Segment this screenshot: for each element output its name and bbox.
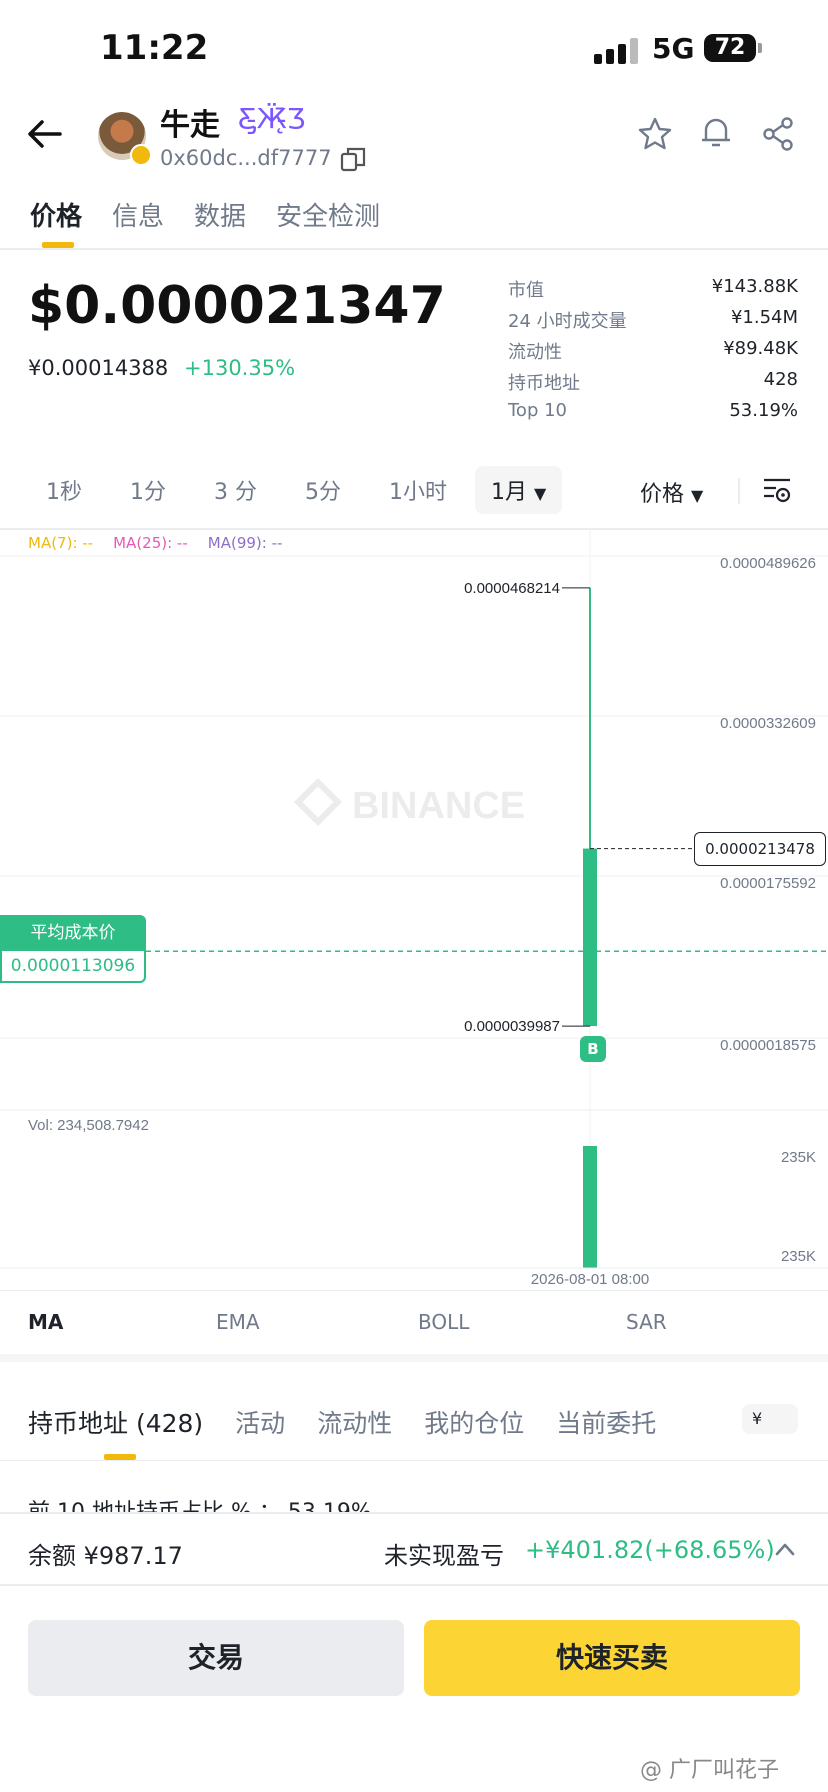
stat-value: 53.19%	[729, 400, 798, 421]
x-axis-label: 2026-08-01 08:00	[531, 1271, 649, 1288]
top10-share-text: 前 10 地址持币占比 % ： 53.19%	[28, 1494, 372, 1512]
indicator-ma[interactable]: MA	[28, 1310, 63, 1334]
interval-5m[interactable]: 5分	[305, 474, 341, 506]
indicator-sar[interactable]: SAR	[626, 1310, 667, 1334]
ma99-label: MA(99): --	[207, 534, 283, 552]
stat-key: Top 10	[508, 400, 568, 421]
token-name: 牛走	[160, 108, 220, 143]
chart-settings-icon[interactable]	[762, 476, 792, 504]
back-arrow-icon[interactable]	[26, 118, 62, 150]
ma7-label: MA(7): --	[28, 534, 94, 552]
price-chart[interactable]: 0.0000489626 0.0000332609 0.0000175592 0.00…	[0, 528, 828, 1288]
tab-my-position[interactable]: 我的仓位	[424, 1404, 524, 1440]
y-axis-label: 0.0000489626	[720, 555, 816, 572]
indicator-boll[interactable]: BOLL	[418, 1310, 469, 1334]
stat-row: Top 10 53.19%	[508, 400, 798, 431]
trade-button[interactable]: 交易	[28, 1620, 404, 1696]
section-gap	[0, 1354, 828, 1362]
token-address: 0x60dc...df7777	[160, 146, 332, 170]
stat-key: 市值	[508, 280, 544, 301]
holder-tabs: 持币地址 (428) 活动 流动性 我的仓位 当前委托	[28, 1404, 688, 1440]
tab-data[interactable]: 数据	[194, 196, 246, 233]
binance-logo-icon	[293, 777, 343, 827]
tab-liquidity[interactable]: 流动性	[317, 1404, 392, 1440]
tab-price[interactable]: 价格	[30, 196, 82, 233]
avg-cost-tag[interactable]: 平均成本价	[0, 915, 146, 952]
main-tabs: 价格 信息 数据 安全检测	[30, 196, 410, 233]
chevron-up-icon[interactable]	[774, 1540, 796, 1558]
high-label: 0.0000468214	[464, 580, 560, 597]
tab-open-orders[interactable]: 当前委托	[556, 1404, 656, 1440]
tab-activity[interactable]: 活动	[235, 1404, 285, 1440]
tab-security[interactable]: 安全检测	[276, 196, 380, 233]
battery-cap	[758, 43, 762, 53]
balance-text: 余额 ¥987.17	[28, 1542, 183, 1570]
stat-value: ¥143.88K	[711, 276, 798, 297]
ma-legend: MA(7): -- MA(25): -- MA(99): --	[28, 534, 282, 552]
last-price-tag: 0.0000213478	[694, 831, 826, 866]
y-axis-label: 0.0000175592	[720, 875, 816, 892]
price-type-label: 价格	[640, 482, 685, 507]
tab-holders[interactable]: 持币地址 (428)	[28, 1404, 203, 1440]
chain-badge-icon	[130, 144, 152, 166]
butterfly-icon: Ƹ̵̡Ӝ̵̨̄Ʒ	[238, 102, 306, 135]
stat-key: 流动性	[508, 342, 562, 363]
indicator-ema[interactable]: EMA	[216, 1310, 260, 1334]
stat-value: ¥1.54M	[730, 307, 798, 328]
y-axis-label: 0.0000018575	[720, 1037, 816, 1054]
caret-down-icon: ▼	[534, 484, 547, 503]
ma25-label: MA(25): --	[113, 534, 188, 552]
y-axis-label: 0.0000332609	[720, 715, 816, 732]
source-watermark: @ 广厂叫花子	[640, 1758, 779, 1783]
chart-bottom-divider	[0, 1290, 828, 1291]
stat-key: 持币地址	[508, 373, 580, 394]
stats-panel: 市值 ¥143.88K 24 小时成交量 ¥1.54M 流动性 ¥89.48K 持币地…	[508, 276, 798, 431]
chart-watermark: BINANCE	[352, 785, 525, 827]
holder-divider	[0, 1460, 828, 1461]
stat-row: 持币地址 428	[508, 369, 798, 400]
avg-cost-value: 0.0000113096	[0, 949, 146, 984]
network-type: 5G	[652, 32, 695, 65]
buy-marker[interactable]: B	[580, 1036, 606, 1063]
caret-down-icon: ▼	[691, 486, 704, 505]
bell-icon[interactable]	[698, 114, 734, 150]
volume-tick: 235K	[781, 1248, 816, 1265]
stat-value: ¥89.48K	[723, 338, 798, 359]
currency-toggle[interactable]: ¥	[742, 1404, 798, 1434]
tab-info[interactable]: 信息	[112, 196, 164, 233]
stat-row: 24 小时成交量 ¥1.54M	[508, 307, 798, 338]
header-divider	[0, 248, 828, 250]
share-icon[interactable]	[760, 116, 796, 152]
price-change: +130.35%	[184, 356, 296, 380]
battery-icon: 72	[704, 34, 756, 62]
volume-label: Vol: 234,508.7942	[28, 1117, 149, 1134]
interval-selected-label: 1月	[491, 480, 527, 505]
price-cny: ¥0.00014388	[28, 356, 169, 380]
volume-bar	[583, 1146, 597, 1268]
interval-1s[interactable]: 1秒	[46, 474, 82, 506]
copy-icon[interactable]	[340, 146, 366, 172]
low-label: 0.0000039987	[464, 1018, 560, 1035]
interval-selector: 1秒 1分 3 分 5分 1小时 1月 ▼	[28, 466, 563, 514]
interval-3m[interactable]: 3 分	[214, 474, 257, 506]
price-type-select[interactable]: 价格 ▼	[640, 476, 703, 508]
stat-row: 流动性 ¥89.48K	[508, 338, 798, 369]
interval-1mo-selected[interactable]: 1月 ▼	[475, 466, 563, 514]
interval-1m[interactable]: 1分	[130, 474, 166, 506]
status-time: 11:22	[100, 28, 209, 68]
pnl-label: 未实现盈亏	[384, 1542, 504, 1570]
pnl-value: +¥401.82(+68.65%)	[525, 1536, 775, 1564]
interval-1h[interactable]: 1小时	[389, 474, 447, 506]
signal-icon	[594, 38, 638, 64]
stat-value: 428	[763, 369, 798, 390]
stat-row: 市值 ¥143.88K	[508, 276, 798, 307]
quick-buy-sell-button[interactable]: 快速买卖	[424, 1620, 800, 1696]
candle-body	[583, 848, 597, 1027]
stat-key: 24 小时成交量	[508, 311, 627, 332]
selector-divider	[738, 478, 740, 504]
volume-tick: 235K	[781, 1149, 816, 1166]
star-icon[interactable]	[637, 116, 673, 152]
price-usd: $0.000021347	[28, 276, 446, 336]
